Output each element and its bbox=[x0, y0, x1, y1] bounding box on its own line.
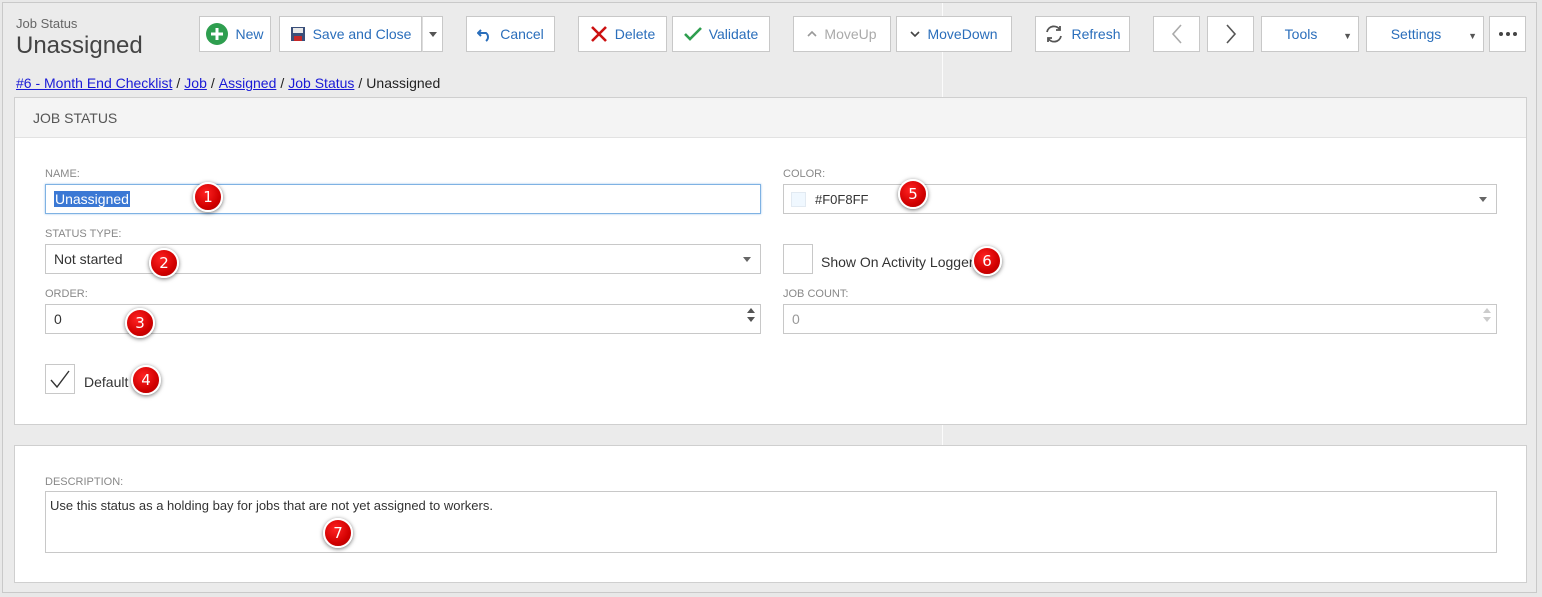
refresh-icon bbox=[1044, 24, 1064, 44]
spinner-icon bbox=[1483, 308, 1491, 322]
next-button[interactable] bbox=[1207, 16, 1254, 52]
marker-4: 4 bbox=[131, 365, 161, 395]
validate-label: Validate bbox=[708, 26, 759, 42]
undo-icon bbox=[477, 26, 493, 42]
save-and-close-button[interactable]: Save and Close bbox=[279, 16, 422, 52]
marker-3: 3 bbox=[125, 308, 155, 338]
caret-down-icon: ▼ bbox=[1468, 31, 1477, 41]
job-count-field: 0 bbox=[783, 304, 1497, 334]
description-label: DESCRIPTION: bbox=[45, 476, 124, 488]
job-status-panel: JOB STATUS NAME: Unassigned STATUS TYPE:… bbox=[14, 97, 1527, 425]
name-input[interactable]: Unassigned bbox=[45, 184, 761, 214]
order-label: ORDER: bbox=[45, 288, 88, 300]
move-up-button[interactable]: MoveUp bbox=[793, 16, 891, 52]
chevron-down-icon bbox=[743, 257, 751, 262]
description-panel: DESCRIPTION: Use this status as a holdin… bbox=[14, 445, 1527, 583]
checkmark-icon bbox=[50, 370, 70, 389]
entity-label: Job Status bbox=[16, 16, 78, 31]
color-picker[interactable]: #F0F8FF bbox=[783, 184, 1497, 214]
panel-title: JOB STATUS bbox=[15, 98, 1526, 138]
default-label: Default bbox=[84, 374, 129, 390]
name-value: Unassigned bbox=[54, 191, 130, 207]
more-button[interactable] bbox=[1489, 16, 1526, 52]
marker-6: 6 bbox=[972, 246, 1002, 276]
save-and-close-label: Save and Close bbox=[312, 26, 412, 42]
name-label: NAME: bbox=[45, 168, 80, 180]
save-options-dropdown[interactable] bbox=[422, 16, 443, 52]
chevron-up-icon bbox=[807, 30, 817, 38]
breadcrumb-job-status[interactable]: Job Status bbox=[288, 75, 354, 91]
default-checkbox[interactable] bbox=[45, 364, 75, 394]
page-title: Unassigned bbox=[16, 32, 143, 59]
job-count-value: 0 bbox=[792, 311, 800, 327]
app-frame: Job Status Unassigned New Save and Close… bbox=[2, 2, 1537, 593]
breadcrumb: #6 - Month End Checklist / Job / Assigned / Jo… bbox=[16, 75, 441, 91]
tools-label: Tools bbox=[1284, 26, 1318, 42]
color-value: #F0F8FF bbox=[815, 191, 869, 207]
color-swatch bbox=[791, 191, 806, 207]
refresh-label: Refresh bbox=[1071, 26, 1121, 42]
status-type-label: STATUS TYPE: bbox=[45, 228, 122, 240]
tools-dropdown[interactable]: Tools ▼ bbox=[1261, 16, 1359, 52]
chevron-down-icon bbox=[910, 30, 921, 38]
marker-1: 1 bbox=[193, 182, 223, 212]
marker-2: 2 bbox=[149, 248, 179, 278]
show-on-activity-logger-label: Show On Activity Logger bbox=[821, 254, 974, 270]
breadcrumb-assigned[interactable]: Assigned bbox=[219, 75, 277, 91]
breadcrumb-current: Unassigned bbox=[366, 75, 441, 91]
plus-circle-icon bbox=[206, 23, 229, 45]
checkmark-icon bbox=[683, 26, 702, 42]
chevron-right-icon bbox=[1225, 23, 1237, 45]
description-textarea[interactable]: Use this status as a holding bay for job… bbox=[45, 491, 1497, 553]
chevron-left-icon bbox=[1171, 23, 1183, 45]
move-up-label: MoveUp bbox=[824, 26, 877, 42]
settings-dropdown[interactable]: Settings ▼ bbox=[1366, 16, 1484, 52]
breadcrumb-job[interactable]: Job bbox=[184, 75, 207, 91]
new-button-label: New bbox=[235, 26, 264, 42]
chevron-down-icon bbox=[1479, 197, 1487, 202]
marker-5: 5 bbox=[898, 179, 928, 209]
cancel-button[interactable]: Cancel bbox=[466, 16, 555, 52]
breadcrumb-checklist[interactable]: #6 - Month End Checklist bbox=[16, 75, 172, 91]
close-icon bbox=[590, 25, 608, 43]
job-count-label: JOB COUNT: bbox=[783, 288, 849, 300]
chevron-down-icon bbox=[428, 31, 437, 37]
color-label: COLOR: bbox=[783, 168, 826, 180]
new-button[interactable]: New bbox=[199, 16, 271, 52]
delete-button[interactable]: Delete bbox=[578, 16, 667, 52]
refresh-button[interactable]: Refresh bbox=[1035, 16, 1130, 52]
show-on-activity-logger-checkbox[interactable] bbox=[783, 244, 813, 274]
settings-label: Settings bbox=[1390, 26, 1442, 42]
more-icon bbox=[1498, 32, 1517, 36]
move-down-label: MoveDown bbox=[927, 26, 998, 42]
caret-down-icon: ▼ bbox=[1343, 31, 1352, 41]
save-icon bbox=[290, 26, 306, 42]
marker-7: 7 bbox=[323, 518, 353, 548]
validate-button[interactable]: Validate bbox=[672, 16, 770, 52]
previous-button[interactable] bbox=[1153, 16, 1200, 52]
delete-label: Delete bbox=[614, 26, 656, 42]
spinner-icon[interactable] bbox=[747, 308, 755, 322]
move-down-button[interactable]: MoveDown bbox=[896, 16, 1012, 52]
status-type-value: Not started bbox=[54, 251, 123, 267]
cancel-label: Cancel bbox=[500, 26, 544, 42]
order-value: 0 bbox=[54, 311, 62, 327]
